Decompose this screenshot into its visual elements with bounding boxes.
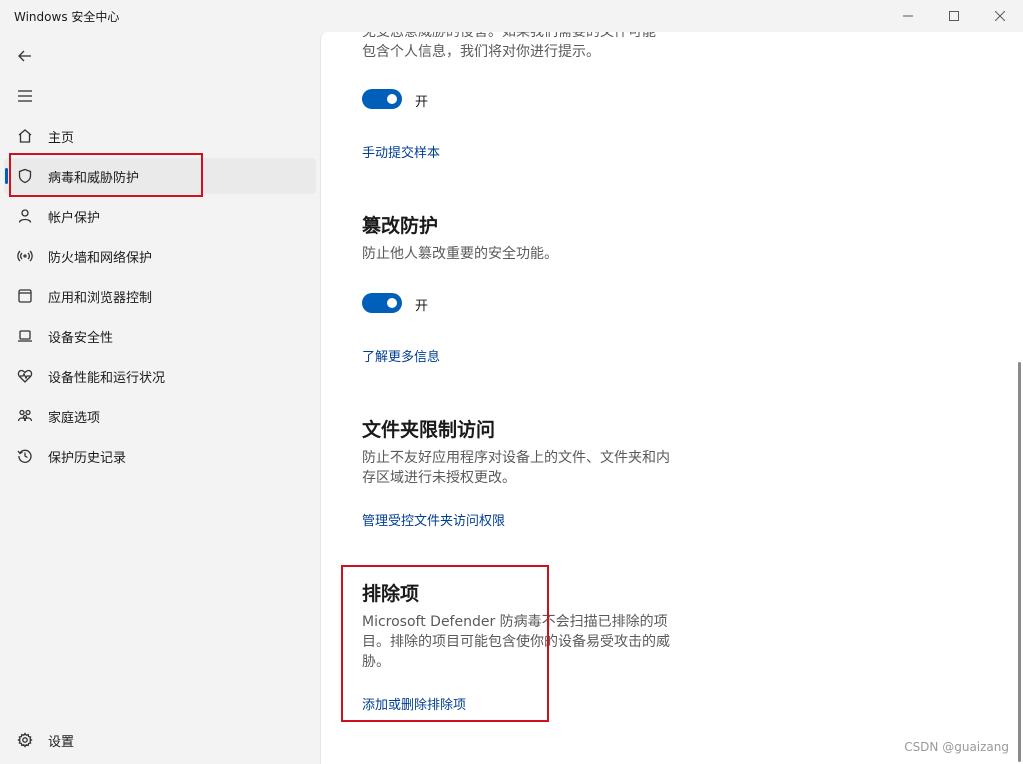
sidebar-item-label: 设备安全性 — [48, 330, 114, 346]
sidebar: 主页 病毒和威胁防护 帐户保护 防火墙和网络保护 应用和浏览器控制 设备安全性 … — [0, 32, 320, 764]
sidebar-item-label: 保护历史记录 — [48, 450, 127, 466]
close-icon — [995, 11, 1005, 21]
sidebar-item-family[interactable]: 家庭选项 — [4, 398, 316, 434]
minimize-icon — [903, 15, 913, 17]
exclusions-title: 排除项 — [362, 583, 420, 605]
sidebar-item-label: 应用和浏览器控制 — [48, 290, 153, 306]
sidebar-item-virus-protection[interactable]: 病毒和威胁防护 — [4, 158, 316, 194]
tamper-protection-title: 篡改防护 — [362, 215, 439, 237]
sidebar-item-device-health[interactable]: 设备性能和运行状况 — [4, 358, 316, 394]
wifi-icon — [16, 247, 34, 265]
sidebar-item-device-security[interactable]: 设备安全性 — [4, 318, 316, 354]
shield-icon — [16, 167, 34, 185]
manage-folder-access-link[interactable]: 管理受控文件夹访问权限 — [362, 510, 505, 529]
family-icon — [16, 407, 34, 425]
tamper-protection-description: 防止他人篡改重要的安全功能。 — [362, 246, 558, 262]
watermark: CSDN @guaizang — [904, 740, 1009, 754]
active-indicator — [5, 168, 8, 184]
hamburger-menu-icon — [18, 90, 32, 102]
minimize-button[interactable] — [885, 0, 931, 32]
sidebar-item-label: 主页 — [48, 130, 75, 146]
tamper-toggle-label: 开 — [415, 299, 429, 314]
controlled-folder-title: 文件夹限制访问 — [362, 419, 496, 441]
back-button[interactable] — [10, 41, 40, 71]
laptop-icon — [16, 327, 34, 345]
sidebar-item-label: 设置 — [48, 734, 75, 750]
sample-toggle-label: 开 — [415, 95, 429, 110]
sidebar-item-app-browser[interactable]: 应用和浏览器控制 — [4, 278, 316, 314]
sidebar-item-account-protection[interactable]: 帐户保护 — [4, 198, 316, 234]
sidebar-item-label: 病毒和威胁防护 — [48, 170, 140, 186]
maximize-icon — [949, 11, 959, 21]
main-content: 免受恶意威胁的侵害。如果我们需要的文件可能 包含个人信息，我们将对你进行提示。 … — [320, 32, 1023, 764]
history-icon — [16, 447, 34, 465]
sidebar-item-settings[interactable]: 设置 — [4, 722, 316, 758]
add-remove-exclusions-link[interactable]: 添加或删除排除项 — [362, 694, 466, 713]
person-icon — [16, 207, 34, 225]
sample-submission-description: 免受恶意威胁的侵害。如果我们需要的文件可能 包含个人信息，我们将对你进行提示。 — [362, 32, 656, 60]
sidebar-item-label: 防火墙和网络保护 — [48, 250, 153, 266]
controlled-folder-description: 防止不友好应用程序对设备上的文件、文件夹和内存区域进行未授权更改。 — [362, 450, 670, 486]
menu-button[interactable] — [10, 81, 40, 111]
window-title: Windows 安全中心 — [14, 10, 120, 24]
sample-submission-toggle[interactable] — [362, 89, 402, 109]
back-arrow-icon — [18, 50, 31, 62]
toggle-knob — [387, 94, 397, 104]
home-icon — [16, 127, 34, 145]
toggle-knob — [387, 298, 397, 308]
maximize-button[interactable] — [931, 0, 977, 32]
sidebar-item-label: 帐户保护 — [48, 210, 101, 226]
app-window-icon — [16, 287, 34, 305]
heart-pulse-icon — [16, 367, 34, 385]
manual-submit-sample-link[interactable]: 手动提交样本 — [362, 142, 440, 161]
sidebar-item-label: 设备性能和运行状况 — [48, 370, 166, 386]
close-button[interactable] — [977, 0, 1023, 32]
learn-more-link[interactable]: 了解更多信息 — [362, 346, 440, 365]
sidebar-item-firewall[interactable]: 防火墙和网络保护 — [4, 238, 316, 274]
sidebar-item-history[interactable]: 保护历史记录 — [4, 438, 316, 474]
sidebar-item-label: 家庭选项 — [48, 410, 101, 426]
sidebar-item-home[interactable]: 主页 — [4, 118, 316, 154]
gear-icon — [16, 731, 34, 749]
scrollbar[interactable] — [1018, 362, 1021, 762]
tamper-protection-toggle[interactable] — [362, 293, 402, 313]
title-bar: Windows 安全中心 — [0, 0, 1023, 32]
exclusions-description: Microsoft Defender 防病毒不会扫描已排除的项目。排除的项目可能… — [362, 614, 670, 670]
